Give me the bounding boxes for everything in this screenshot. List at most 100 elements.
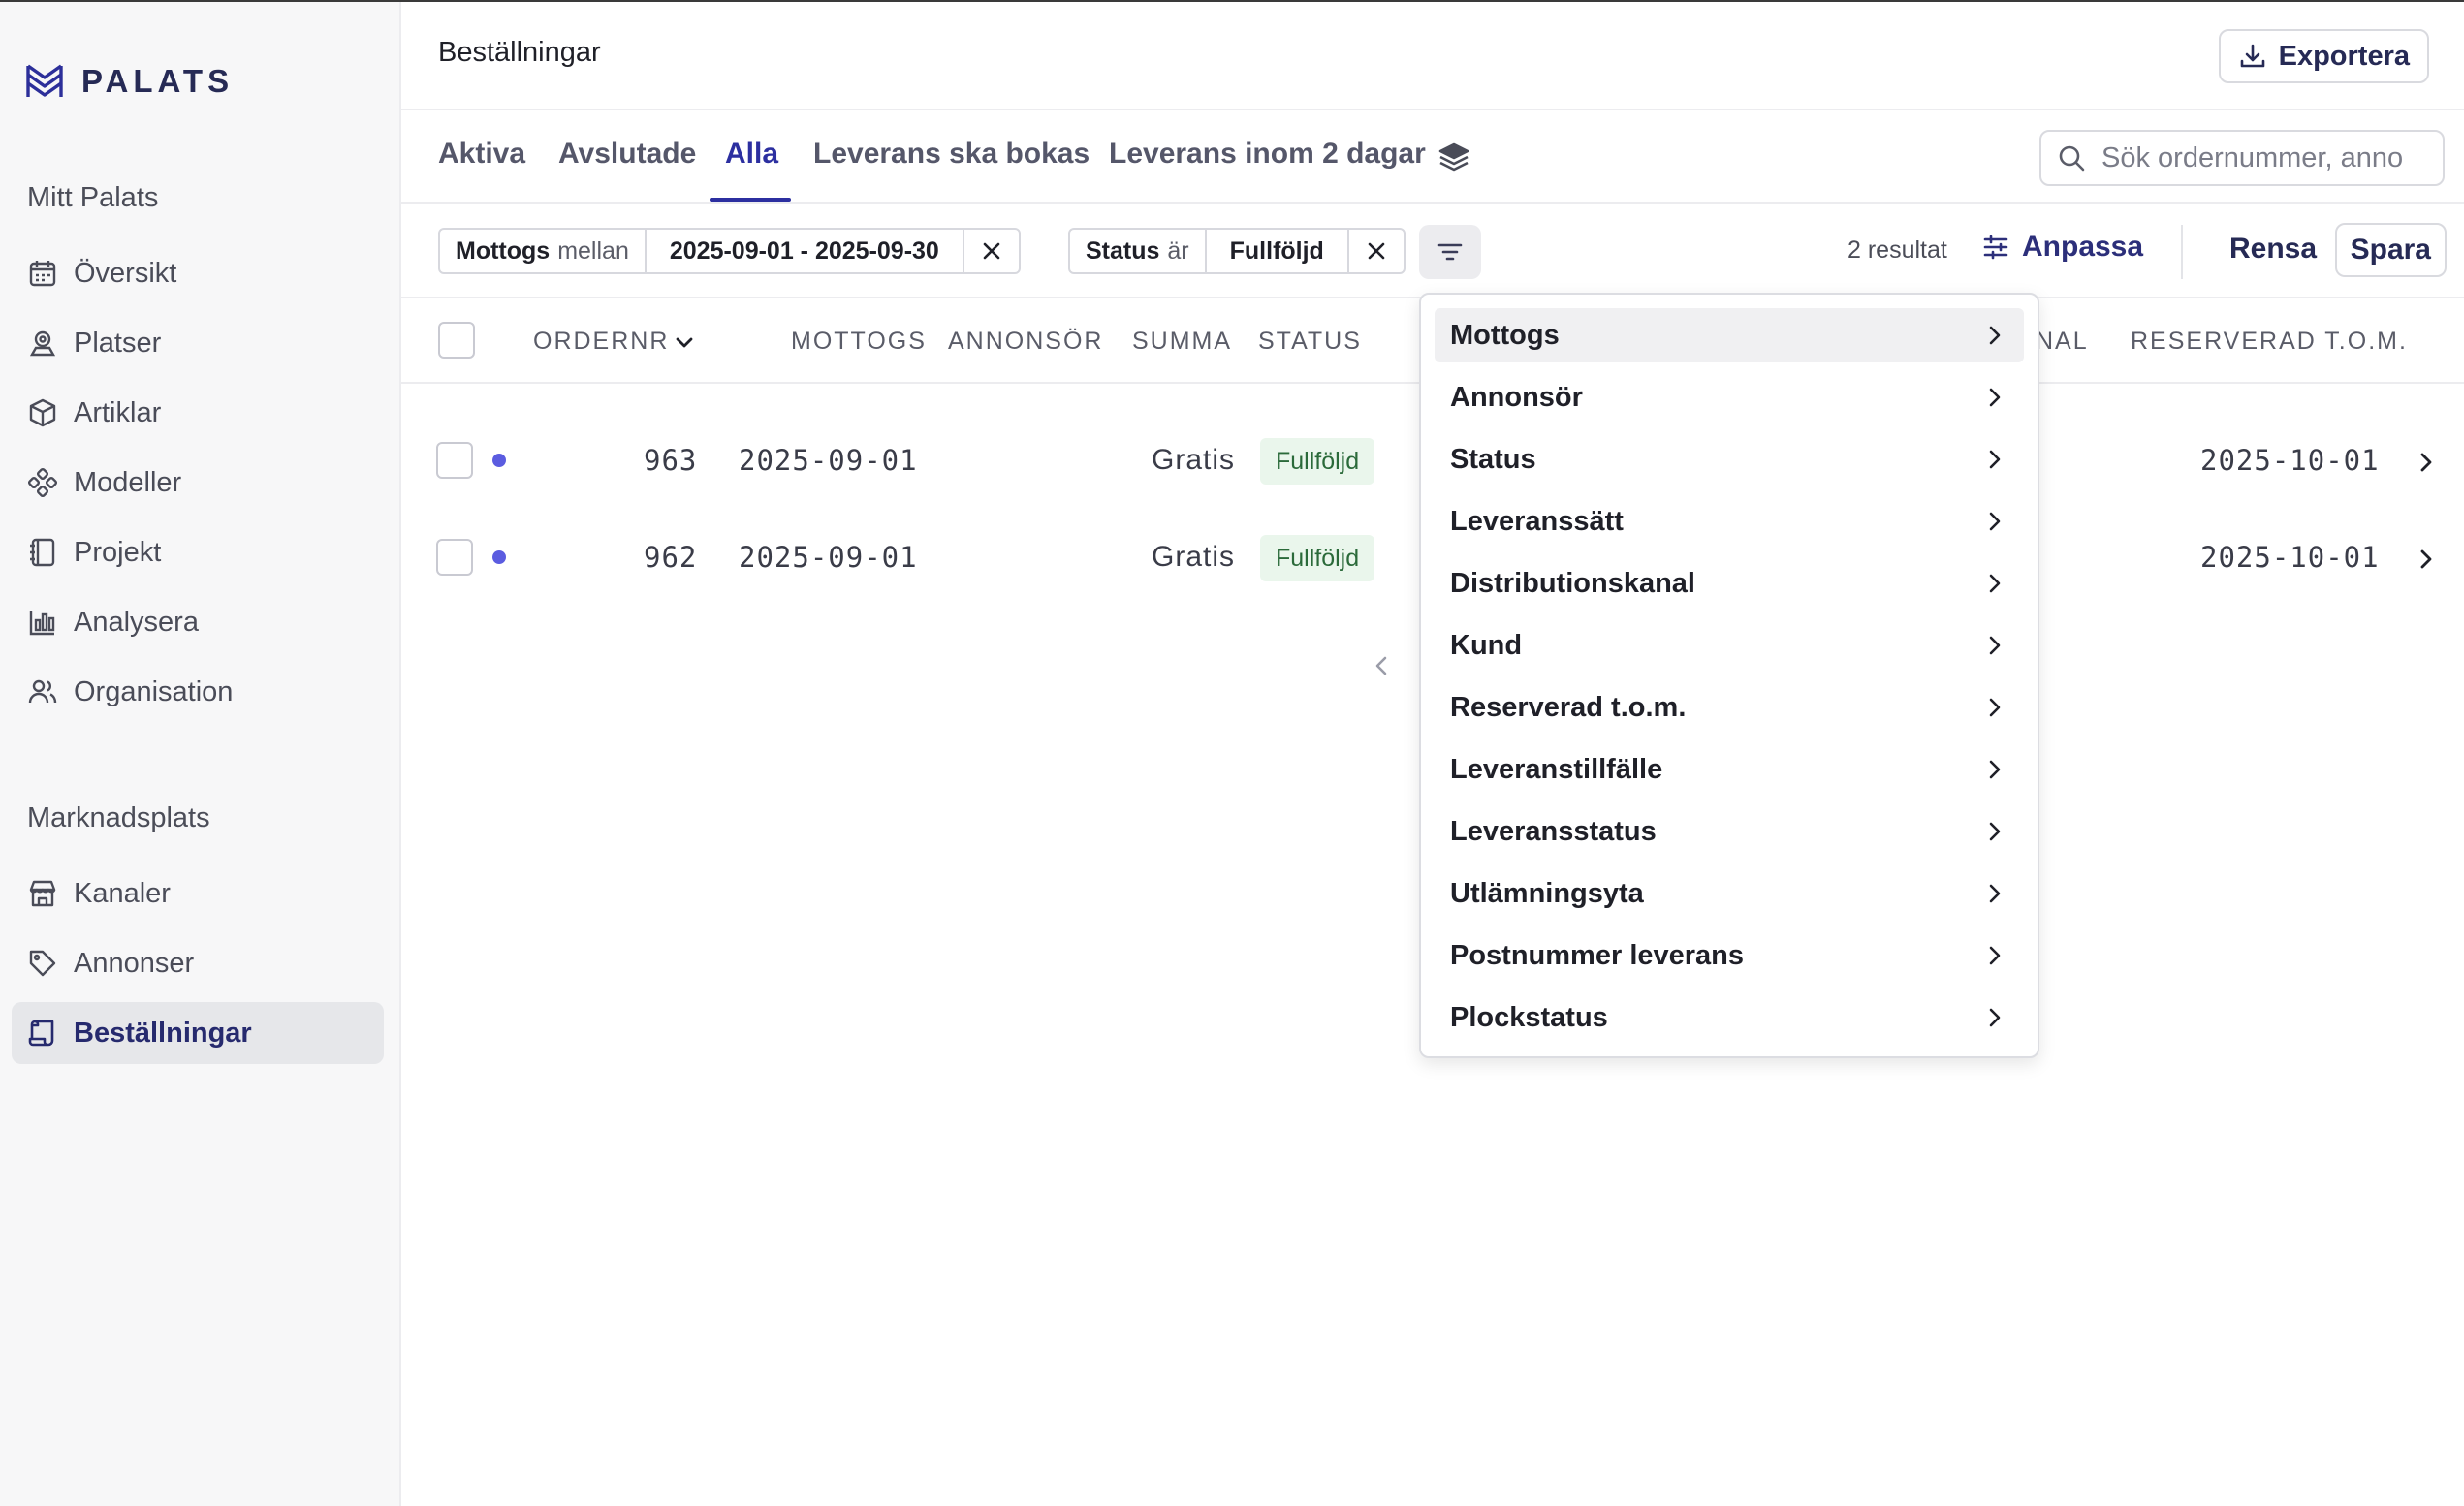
row-checkbox[interactable] [436, 442, 473, 479]
users-icon [28, 679, 57, 704]
chevron-right-icon [1989, 884, 2001, 903]
status-badge: Fullföljd [1260, 535, 1375, 581]
chevron-right-icon [1989, 822, 2001, 841]
tab-aktiva[interactable]: Aktiva [438, 138, 525, 171]
tab-avslutade[interactable]: Avslutade [558, 138, 696, 171]
sidebar-item-label: Platser [74, 327, 162, 359]
export-button[interactable]: Exportera [2218, 29, 2429, 83]
menu-item-reserverad[interactable]: Reserverad t.o.m. [1435, 680, 2024, 735]
menu-item-kund[interactable]: Kund [1435, 618, 2024, 673]
tab-alla[interactable]: Alla [725, 138, 778, 171]
menu-item-label: Mottogs [1450, 319, 1560, 351]
menu-item-postnummer-leverans[interactable]: Postnummer leverans [1435, 928, 2024, 983]
filter-chip-mottogs[interactable]: Mottogs mellan 2025-09-01 - 2025-09-30 [438, 228, 1021, 274]
cell-mottogs: 2025-09-01 [739, 541, 918, 574]
remove-filter-button[interactable] [1349, 230, 1404, 272]
tab-bar: Aktiva Avslutade Alla Leverans ska bokas… [401, 110, 2464, 204]
menu-item-utlamningsyta[interactable]: Utlämningsyta [1435, 866, 2024, 921]
unread-indicator [492, 454, 506, 467]
sidebar-item-projekt[interactable]: Projekt [12, 521, 384, 583]
page-header: Beställningar Exportera [401, 2, 2464, 110]
column-header-summa[interactable]: Summa [1132, 328, 1232, 356]
search-icon [2059, 145, 2085, 172]
row-checkbox[interactable] [436, 539, 473, 576]
logo[interactable]: PALATS [25, 62, 234, 101]
menu-item-leveransstatus[interactable]: Leveransstatus [1435, 804, 2024, 859]
sidebar-item-oversikt[interactable]: Översikt [12, 242, 384, 304]
filter-chip-value: Fullföljd [1229, 236, 1324, 265]
search-field[interactable] [2039, 130, 2445, 186]
chevron-right-icon[interactable] [2412, 448, 2441, 477]
sidebar-item-label: Organisation [74, 675, 234, 707]
filter-field-menu: Mottogs Annonsör Status Leveranssätt Dis… [1419, 293, 2039, 1058]
sliders-icon [1983, 235, 2008, 260]
filter-chip-field[interactable]: Mottogs mellan [440, 230, 647, 272]
chevron-down-icon[interactable] [671, 329, 698, 357]
filter-chip-status[interactable]: Status är Fullföljd [1068, 228, 1406, 274]
filter-chip-value: 2025-09-01 - 2025-09-30 [669, 236, 939, 265]
customize-button[interactable]: Anpassa [1981, 231, 2143, 264]
chevron-right-icon [1989, 388, 2001, 407]
column-header-status[interactable]: Status [1258, 328, 1362, 356]
layers-icon[interactable] [1437, 140, 1471, 174]
menu-item-annonsor[interactable]: Annonsör [1435, 370, 2024, 424]
pagination-prev-icon[interactable] [1367, 651, 1396, 680]
filter-chip-field[interactable]: Status är [1070, 230, 1207, 272]
column-header-reserverad[interactable]: Reserverad t.o.m. [2131, 328, 2408, 356]
column-header-kanal[interactable]: nal [2036, 328, 2089, 356]
clear-button[interactable]: Rensa [2229, 233, 2317, 266]
menu-item-label: Leveranstillfälle [1450, 753, 1663, 785]
cell-mottogs: 2025-09-01 [739, 444, 918, 477]
cell-summa: Gratis [1152, 541, 1236, 573]
menu-item-leveranssatt[interactable]: Leveranssätt [1435, 494, 2024, 549]
add-filter-button[interactable] [1419, 225, 1481, 279]
save-button[interactable]: Spara [2334, 223, 2447, 277]
menu-item-label: Leveranssätt [1450, 505, 1624, 537]
chevron-right-icon [1989, 760, 2001, 779]
calendar-icon [29, 261, 56, 287]
sidebar-item-platser[interactable]: Platser [12, 312, 384, 374]
results-count: 2 resultat [1848, 236, 1947, 264]
unread-indicator [492, 550, 506, 564]
filter-chip-key: Mottogs [456, 236, 551, 265]
sidebar-item-organisation[interactable]: Organisation [12, 661, 384, 723]
search-input[interactable] [2101, 141, 2431, 174]
filter-chip-value-segment[interactable]: 2025-09-01 - 2025-09-30 [647, 230, 964, 272]
chevron-right-icon [1989, 450, 2001, 469]
chevron-right-icon[interactable] [2412, 545, 2441, 574]
tag-icon [29, 950, 56, 977]
menu-item-plockstatus[interactable]: Plockstatus [1435, 990, 2024, 1045]
remove-filter-button[interactable] [964, 230, 1019, 272]
column-header-annonsor[interactable]: Annonsör [948, 328, 1103, 356]
menu-item-leveranstillfalle[interactable]: Leveranstillfälle [1435, 742, 2024, 797]
page-title: Beställningar [438, 37, 601, 68]
filter-chip-value-segment[interactable]: Fullföljd [1207, 230, 1349, 272]
filter-icon [1437, 243, 1463, 261]
toolbar-divider [2181, 225, 2183, 279]
column-header-ordernr[interactable]: Ordernr [533, 328, 669, 356]
palats-logo-icon [26, 64, 63, 97]
menu-item-mottogs[interactable]: Mottogs [1435, 308, 2024, 362]
chevron-right-icon [1989, 326, 2001, 345]
select-all-checkbox[interactable] [438, 322, 475, 359]
sidebar-item-artiklar[interactable]: Artiklar [12, 382, 384, 444]
menu-item-label: Distributionskanal [1450, 567, 1695, 599]
sidebar-item-kanaler[interactable]: Kanaler [12, 863, 384, 925]
cell-reserverad: 2025-10-01 [2200, 541, 2380, 574]
column-header-mottogs[interactable]: Mottogs [791, 328, 927, 356]
menu-item-distributionskanal[interactable]: Distributionskanal [1435, 556, 2024, 611]
sidebar-item-label: Modeller [74, 466, 182, 498]
sidebar-item-annonser[interactable]: Annonser [12, 932, 384, 994]
menu-item-status[interactable]: Status [1435, 432, 2024, 486]
tab-leverans-inom-2-dagar[interactable]: Leverans inom 2 dagar [1109, 138, 1426, 171]
sidebar-item-analysera[interactable]: Analysera [12, 591, 384, 653]
sidebar-item-label: Översikt [74, 257, 177, 289]
menu-item-label: Utlämningsyta [1450, 877, 1644, 909]
sidebar-item-bestallningar[interactable]: Beställningar [12, 1002, 384, 1064]
sidebar-item-modeller[interactable]: Modeller [12, 452, 384, 514]
tab-leverans-ska-bokas[interactable]: Leverans ska bokas [813, 138, 1090, 171]
menu-item-label: Reserverad t.o.m. [1450, 691, 1687, 723]
menu-item-label: Annonsör [1450, 381, 1583, 413]
sidebar-item-label: Analysera [74, 606, 199, 638]
sidebar-item-label: Kanaler [74, 877, 171, 909]
